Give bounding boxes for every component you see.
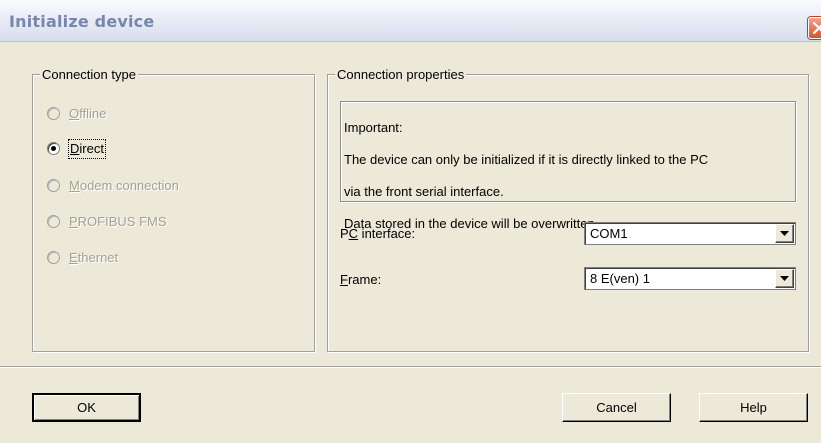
radio-offline[interactable]: Offline bbox=[47, 105, 167, 123]
info-line: Important: bbox=[344, 120, 403, 135]
frame-dropdown-button[interactable] bbox=[775, 269, 794, 288]
radio-offline-label: Offline bbox=[69, 106, 107, 121]
radio-direct-label: Direct bbox=[68, 139, 106, 159]
radio-profibus-fms[interactable]: PROFIBUS FMS bbox=[47, 213, 247, 231]
pc-interface-select[interactable]: COM1 bbox=[584, 222, 796, 245]
close-button[interactable] bbox=[808, 17, 821, 39]
cancel-button[interactable]: Cancel bbox=[562, 393, 671, 422]
radio-profibus-fms-button[interactable] bbox=[47, 215, 60, 228]
help-button[interactable]: Help bbox=[699, 393, 808, 422]
window-title: Initialize device bbox=[9, 12, 155, 31]
pc-interface-dropdown-button[interactable] bbox=[775, 224, 794, 243]
radio-direct[interactable]: Direct bbox=[47, 139, 167, 159]
info-line: via the front serial interface. bbox=[344, 184, 504, 199]
pc-interface-label: PC interface: bbox=[340, 226, 416, 241]
connection-type-legend: Connection type bbox=[40, 67, 138, 82]
radio-modem-connection-label: Modem connection bbox=[69, 178, 179, 193]
radio-offline-button[interactable] bbox=[47, 107, 60, 120]
radio-ethernet-label: Ethernet bbox=[69, 250, 119, 265]
important-info-box: Important: The device can only be initia… bbox=[340, 101, 796, 231]
radio-modem-connection[interactable]: Modem connection bbox=[47, 177, 247, 195]
radio-direct-button[interactable] bbox=[47, 142, 60, 155]
radio-modem-connection-button[interactable] bbox=[47, 179, 60, 192]
pc-interface-value: COM1 bbox=[590, 226, 628, 241]
title-bar[interactable]: Initialize device bbox=[0, 0, 821, 42]
radio-ethernet[interactable]: Ethernet bbox=[47, 249, 167, 267]
radio-ethernet-button[interactable] bbox=[47, 251, 60, 264]
connection-type-group: Connection type Offline Direct Modem con… bbox=[32, 67, 315, 352]
frame-value: 8 E(ven) 1 bbox=[590, 271, 650, 286]
connection-properties-legend: Connection properties bbox=[335, 67, 467, 82]
dialog-window: Initialize device Connection type Offlin… bbox=[0, 0, 821, 443]
radio-profibus-fms-label: PROFIBUS FMS bbox=[69, 214, 167, 229]
frame-label: Frame: bbox=[340, 272, 382, 287]
info-line: The device can only be initialized if it… bbox=[344, 152, 709, 167]
frame-select[interactable]: 8 E(ven) 1 bbox=[584, 267, 796, 290]
button-separator bbox=[0, 366, 821, 368]
ok-button[interactable]: OK bbox=[32, 393, 141, 422]
